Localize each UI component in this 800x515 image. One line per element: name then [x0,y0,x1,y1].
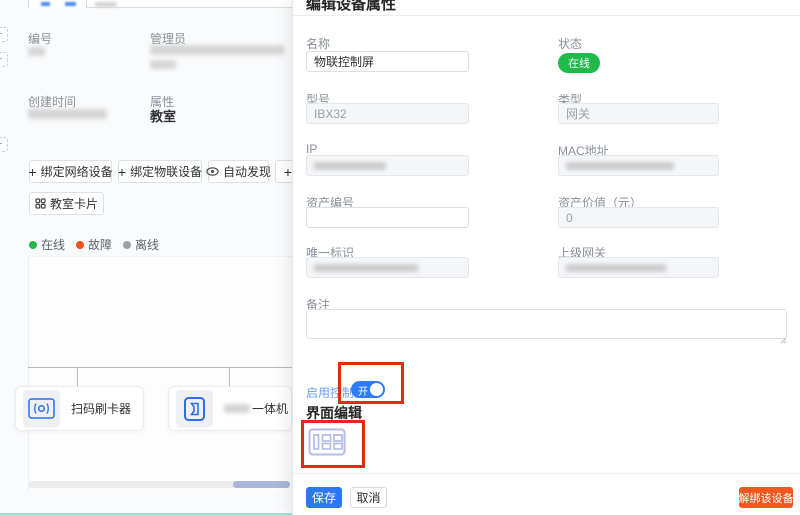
topology-panel [28,256,292,490]
mac-input [558,155,719,176]
device-card-card-reader[interactable]: 扫码刷卡器 [15,386,144,431]
ip-input [306,155,469,176]
model-input [306,103,469,124]
screen: + + + 编号 管理员 创建时间 属性 教室 + 绑定网络设备 + 绑定物联设… [0,0,800,515]
redacted-number-value [28,47,45,56]
display-icon [176,390,213,427]
asset-no-input[interactable] [306,207,469,228]
bind-network-device-label: 绑定网络设备 [41,163,113,180]
legend-fault: 故障 [76,236,112,253]
annotation-box-layout [301,420,365,468]
redacted-gateway-value [566,264,666,272]
attribute-value: 教室 [150,106,176,125]
card-reader-icon [23,390,60,427]
status-badge: 在线 [558,53,600,73]
cancel-button[interactable]: 取消 [350,487,387,508]
tree-branch-line [28,367,292,368]
redacted-name-prefix [224,404,250,413]
horizontal-scrollbar[interactable] [28,481,290,488]
asset-value-input [558,207,719,228]
tree-connector [229,367,230,386]
field-label-number: 编号 [28,30,52,47]
drawer-footer-divider [293,473,800,474]
auto-discover-label: 自动发现 [223,163,271,180]
eye-icon [206,167,219,176]
plus-icon: + [118,165,126,179]
device-detail-page: + + + 编号 管理员 创建时间 属性 教室 + 绑定网络设备 + 绑定物联设… [0,0,292,515]
redacted-uid-value [314,264,418,272]
uid-input [306,257,469,278]
bind-iot-device-label: 绑定物联设备 [130,163,202,180]
tree-connector [77,367,78,386]
fault-dot [76,241,84,249]
device-name-suffix: 一体机 [252,400,288,417]
tab-label-fragment [41,2,50,6]
status-label: 状态 [558,35,582,52]
redacted-mac-value [566,162,674,170]
edit-device-drawer: 编辑设备属性 名称 状态 在线 型号 类型 IP MAC地址 资产编号 资产价值… [292,0,800,515]
edge-add-button[interactable]: + [0,27,8,42]
tab-strip[interactable] [28,0,292,8]
extra-add-button[interactable]: + [275,160,292,183]
field-label-created: 创建时间 [28,93,76,110]
name-input[interactable] [306,51,469,72]
device-card-all-in-one[interactable]: 一体机 [168,386,292,431]
classroom-card-button[interactable]: 教室卡片 [29,192,104,215]
unbind-device-button[interactable]: 解绑该设备 [739,487,793,508]
tab-label-fragment [65,2,76,6]
bind-iot-device-button[interactable]: + 绑定物联设备 [118,160,202,183]
legend-fault-label: 故障 [88,236,112,253]
legend-online-label: 在线 [41,236,65,253]
redacted-created-value [28,109,107,119]
redacted-ip-value [314,162,386,170]
gateway-input [558,257,719,278]
classroom-card-label: 教室卡片 [50,195,98,212]
bind-network-device-button[interactable]: + 绑定网络设备 [29,160,112,183]
legend-offline: 离线 [123,236,159,253]
ip-label: IP [306,142,317,156]
legend-online: 在线 [29,236,65,253]
grid-icon [35,198,46,209]
redacted-admin-value [150,45,284,55]
scrollbar-thumb[interactable] [233,481,290,488]
tab-active[interactable] [28,0,87,8]
edge-add-button[interactable]: + [0,52,8,67]
device-name: 一体机 [224,400,288,417]
online-dot [29,241,37,249]
offline-dot [123,241,131,249]
save-button[interactable]: 保存 [306,487,342,508]
legend-offline-label: 离线 [135,236,159,253]
name-label: 名称 [306,35,330,52]
annotation-box-toggle [338,362,404,404]
drawer-title: 编辑设备属性 [306,0,396,14]
plus-icon: + [284,165,292,179]
drawer-title-divider [293,15,800,16]
redacted-admin-value-2 [150,60,176,69]
tab-label-redacted [95,2,117,7]
remark-textarea[interactable] [306,309,787,339]
edge-add-button[interactable]: + [0,137,8,152]
plus-icon: + [28,165,36,179]
device-name: 扫码刷卡器 [71,400,131,417]
type-input [558,103,719,124]
auto-discover-button[interactable]: 自动发现 [208,160,269,183]
